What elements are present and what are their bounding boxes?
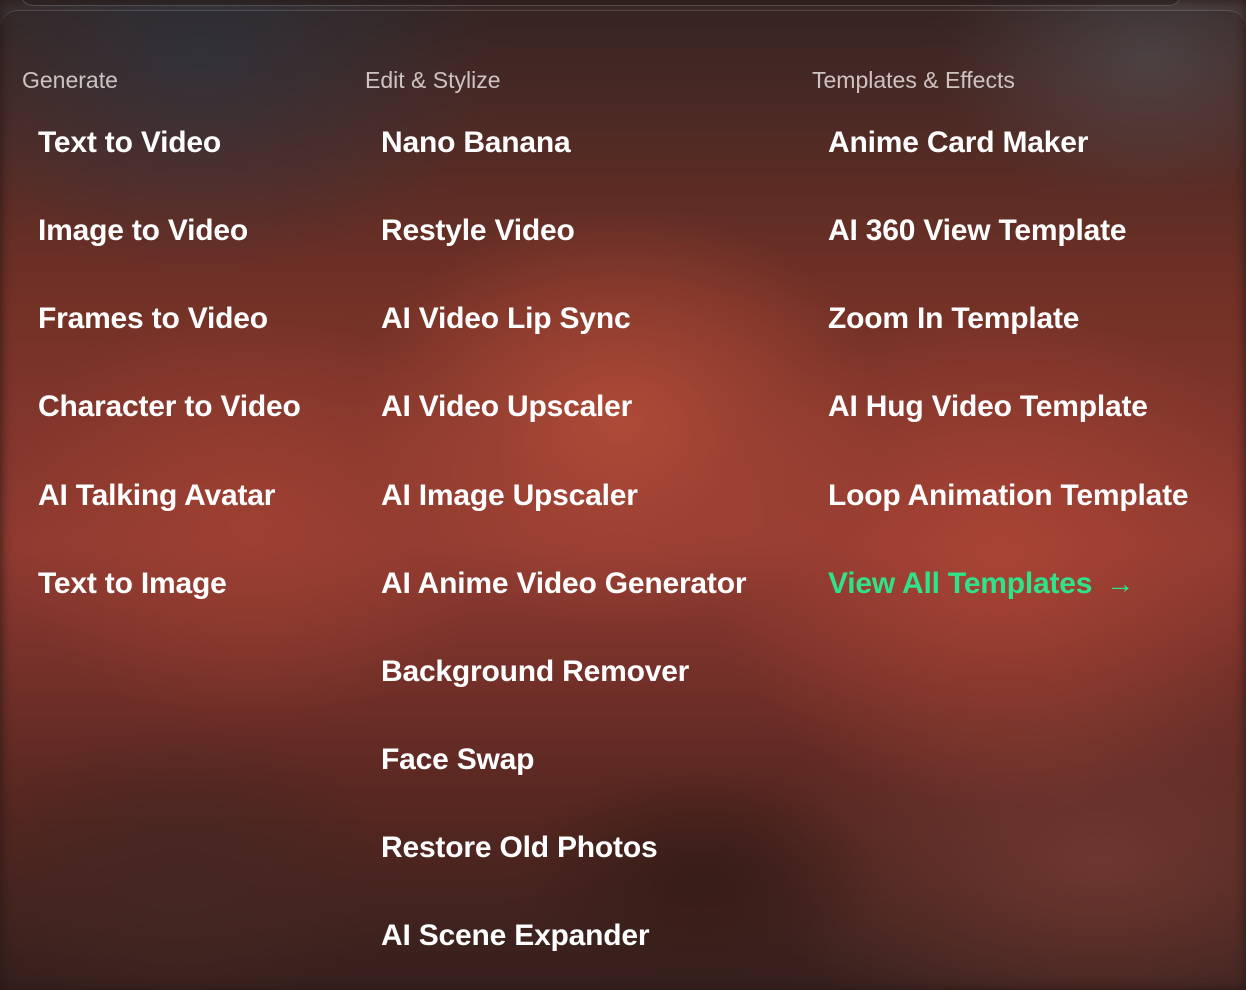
menu-item-character-to-video[interactable]: Character to Video (38, 390, 301, 424)
menu-item-face-swap[interactable]: Face Swap (381, 743, 534, 777)
mega-menu-panel: Generate Text to Video Image to Video Fr… (0, 10, 1246, 990)
menu-item-restyle-video[interactable]: Restyle Video (381, 214, 575, 248)
templates-effects-heading: Templates & Effects (812, 67, 1015, 93)
menu-item-ai-video-lip-sync[interactable]: AI Video Lip Sync (381, 302, 631, 336)
top-navigation-bar (20, 0, 1182, 6)
generate-heading: Generate (22, 67, 118, 93)
menu-item-ai-video-upscaler[interactable]: AI Video Upscaler (381, 390, 632, 424)
menu-item-image-to-video[interactable]: Image to Video (38, 214, 248, 248)
menu-item-ai-360-view-template[interactable]: AI 360 View Template (828, 214, 1127, 248)
menu-item-background-remover[interactable]: Background Remover (381, 655, 689, 689)
menu-item-nano-banana[interactable]: Nano Banana (381, 126, 571, 160)
menu-item-zoom-in-template[interactable]: Zoom In Template (828, 302, 1079, 336)
menu-item-restore-old-photos[interactable]: Restore Old Photos (381, 831, 658, 865)
menu-item-ai-hug-video-template[interactable]: AI Hug Video Template (828, 390, 1148, 424)
menu-item-loop-animation-template[interactable]: Loop Animation Template (828, 479, 1189, 513)
edit-stylize-heading: Edit & Stylize (365, 67, 501, 93)
menu-item-text-to-video[interactable]: Text to Video (38, 126, 221, 160)
menu-item-ai-talking-avatar[interactable]: AI Talking Avatar (38, 479, 275, 513)
menu-item-ai-anime-video-generator[interactable]: AI Anime Video Generator (381, 567, 746, 601)
menu-item-ai-image-upscaler[interactable]: AI Image Upscaler (381, 479, 638, 513)
arrow-right-icon: → (1106, 568, 1135, 599)
view-all-templates-label: View All Templates (828, 567, 1093, 600)
menu-item-text-to-image[interactable]: Text to Image (38, 567, 227, 601)
menu-item-frames-to-video[interactable]: Frames to Video (38, 302, 268, 336)
view-all-templates-link[interactable]: View All Templates → (828, 567, 1134, 601)
menu-item-anime-card-maker[interactable]: Anime Card Maker (828, 126, 1088, 160)
menu-item-ai-scene-expander[interactable]: AI Scene Expander (381, 919, 650, 953)
